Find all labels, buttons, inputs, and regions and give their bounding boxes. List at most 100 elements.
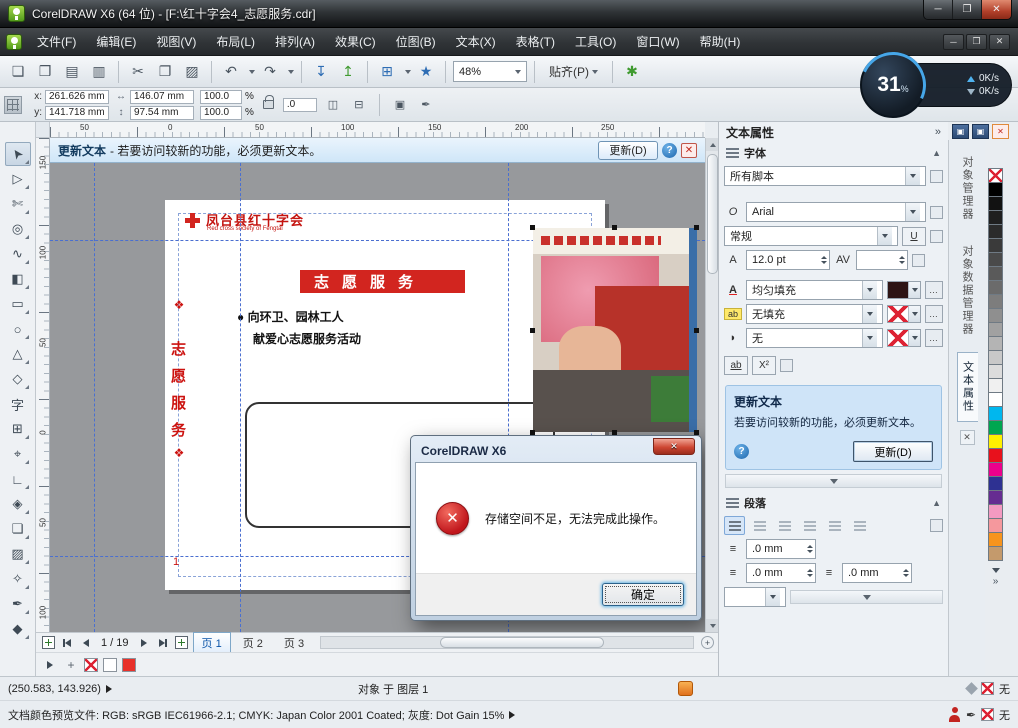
palette-swatch[interactable] xyxy=(988,350,1003,365)
palette-swatch[interactable] xyxy=(988,182,1003,197)
doc-color-swatch[interactable] xyxy=(122,657,136,672)
palette-swatch[interactable] xyxy=(988,406,1003,421)
palette-swatch[interactable] xyxy=(988,210,1003,225)
palette-swatch[interactable] xyxy=(988,280,1003,295)
palette-swatch[interactable] xyxy=(988,392,1003,407)
palette-swatch[interactable] xyxy=(988,448,1003,463)
dimension-tool[interactable]: ⌖ xyxy=(5,442,31,466)
palette-swatch[interactable] xyxy=(988,490,1003,505)
shadow-tool[interactable]: ❏ xyxy=(5,517,31,541)
palette-swatch[interactable] xyxy=(988,532,1003,547)
menu-help[interactable]: 帮助(H) xyxy=(691,29,750,54)
script-select[interactable]: 所有脚本 xyxy=(724,166,926,186)
palette-swatch[interactable] xyxy=(988,322,1003,337)
maximize-button[interactable]: ❐ xyxy=(953,0,982,19)
mirror-horizontal-icon[interactable]: ◫ xyxy=(323,95,343,115)
print-icon[interactable]: ▥ xyxy=(87,60,111,84)
scale-y-field[interactable]: 100.0 xyxy=(200,105,242,120)
help-icon[interactable]: ? xyxy=(662,142,677,158)
drawing-canvas[interactable]: 凤台县红十字会 Red cross society of Fengtai 志愿服… xyxy=(50,163,705,632)
docker-float-button[interactable]: ▣ xyxy=(972,124,989,139)
outline-color-swatch[interactable] xyxy=(887,305,921,323)
docker-bottom-collapse[interactable] xyxy=(790,590,943,605)
palette-swatch[interactable] xyxy=(988,252,1003,267)
fill-color-swatch[interactable] xyxy=(887,281,921,299)
menu-table[interactable]: 表格(T) xyxy=(507,29,564,54)
font-select[interactable]: Arial xyxy=(746,202,926,222)
update-text-button[interactable]: 更新(D) xyxy=(598,140,658,160)
page-tab-1[interactable]: 页 1 xyxy=(192,631,231,654)
fill-tool[interactable]: ◆ xyxy=(5,617,31,641)
freehand-tool[interactable]: ∿ xyxy=(5,242,31,266)
ellipse-tool[interactable]: ○ xyxy=(5,317,31,341)
app-launcher-icon[interactable]: ⊞ xyxy=(375,60,399,84)
character-section-header[interactable]: 字体 ▲ xyxy=(719,142,948,164)
horizontal-scrollbar[interactable] xyxy=(320,636,694,649)
add-page-after-icon[interactable] xyxy=(174,635,190,650)
paste-icon[interactable]: ▨ xyxy=(180,60,204,84)
background-color-swatch[interactable] xyxy=(887,329,921,347)
palette-swatch[interactable] xyxy=(988,546,1003,561)
palette-swatch[interactable] xyxy=(988,238,1003,253)
palette-swatch[interactable] xyxy=(988,266,1003,281)
minimize-button[interactable]: ─ xyxy=(924,0,953,19)
connector-tool[interactable]: ∟ xyxy=(5,467,31,491)
smart-fill-tool[interactable]: ◧ xyxy=(5,267,31,291)
superscript-button[interactable]: X² xyxy=(752,356,776,375)
palette-swatch[interactable] xyxy=(988,224,1003,239)
list-style-select[interactable] xyxy=(724,587,786,608)
zoom-level-select[interactable]: 48% xyxy=(453,61,527,82)
new-icon[interactable]: ❏ xyxy=(6,60,30,84)
zoom-tool[interactable]: ◎ xyxy=(5,217,31,241)
menu-file[interactable]: 文件(F) xyxy=(28,29,85,54)
dialog-close-button[interactable]: ✕ xyxy=(653,438,695,455)
palette-swatch[interactable] xyxy=(988,476,1003,491)
transparency-tool[interactable]: ▨ xyxy=(5,542,31,566)
outline-settings-button[interactable]: … xyxy=(925,305,943,323)
blend-tool[interactable]: ◈ xyxy=(5,492,31,516)
section-collapse-icon[interactable]: ▲ xyxy=(932,498,941,508)
paragraph-section-header[interactable]: 段落 ▲ xyxy=(719,492,948,514)
vertical-ruler[interactable]: 150 100 50 0 50 100 xyxy=(36,138,50,632)
no-color-swatch[interactable] xyxy=(84,657,98,672)
doc-restore-button[interactable]: ❐ xyxy=(966,33,987,50)
palette-scroll-down-icon[interactable] xyxy=(988,564,1003,576)
tab-object-manager[interactable]: 对象管理器 xyxy=(957,148,977,229)
export-icon[interactable]: ↥ xyxy=(336,60,360,84)
palette-expand-icon[interactable] xyxy=(42,657,58,672)
last-page-icon[interactable] xyxy=(155,635,171,650)
tab-text-properties[interactable]: 文本属性 xyxy=(956,352,978,422)
previous-page-icon[interactable] xyxy=(78,635,94,650)
font-options-button[interactable] xyxy=(930,205,943,219)
palette-swatch[interactable] xyxy=(988,294,1003,309)
palette-swatch[interactable] xyxy=(988,196,1003,211)
small-caps-button[interactable]: ab xyxy=(724,356,748,375)
font-style-select[interactable]: 常规 xyxy=(724,226,898,246)
fill-settings-button[interactable]: … xyxy=(925,281,943,299)
undo-icon[interactable]: ↶ xyxy=(219,60,243,84)
selection-handle[interactable] xyxy=(530,225,535,230)
palette-expand-icon[interactable]: » xyxy=(988,576,1003,587)
add-page-icon[interactable] xyxy=(40,635,56,650)
doc-minimize-button[interactable]: ─ xyxy=(943,33,964,50)
indent-spinner-3[interactable]: .0 mm xyxy=(842,563,912,584)
indent-spinner-2[interactable]: .0 mm xyxy=(746,563,816,584)
menu-window[interactable]: 窗口(W) xyxy=(627,29,688,54)
palette-swatch[interactable] xyxy=(988,378,1003,393)
palette-swatch[interactable] xyxy=(988,336,1003,351)
lock-ratio-icon[interactable] xyxy=(262,95,274,109)
docker-close-button[interactable]: ✕ xyxy=(992,124,1009,139)
paragraph-more-button[interactable] xyxy=(930,519,943,533)
pick-tool[interactable]: ➤ xyxy=(4,142,31,166)
background-type-select[interactable]: 无 xyxy=(746,328,883,348)
infobar-close-icon[interactable]: ✕ xyxy=(681,142,697,158)
docker-tab-close-icon[interactable]: ✕ xyxy=(959,430,975,445)
polygon-tool[interactable]: △ xyxy=(5,342,31,366)
scale-x-field[interactable]: 100.0 xyxy=(200,89,242,104)
fill-type-select[interactable]: 均匀填充 xyxy=(746,280,883,300)
edit-text-icon[interactable]: ✒ xyxy=(416,95,436,115)
update-button[interactable]: 更新(D) xyxy=(853,441,933,463)
palette-swatch[interactable] xyxy=(988,462,1003,477)
color-picker-icon[interactable]: + xyxy=(63,657,79,672)
close-button[interactable]: ✕ xyxy=(982,0,1011,19)
